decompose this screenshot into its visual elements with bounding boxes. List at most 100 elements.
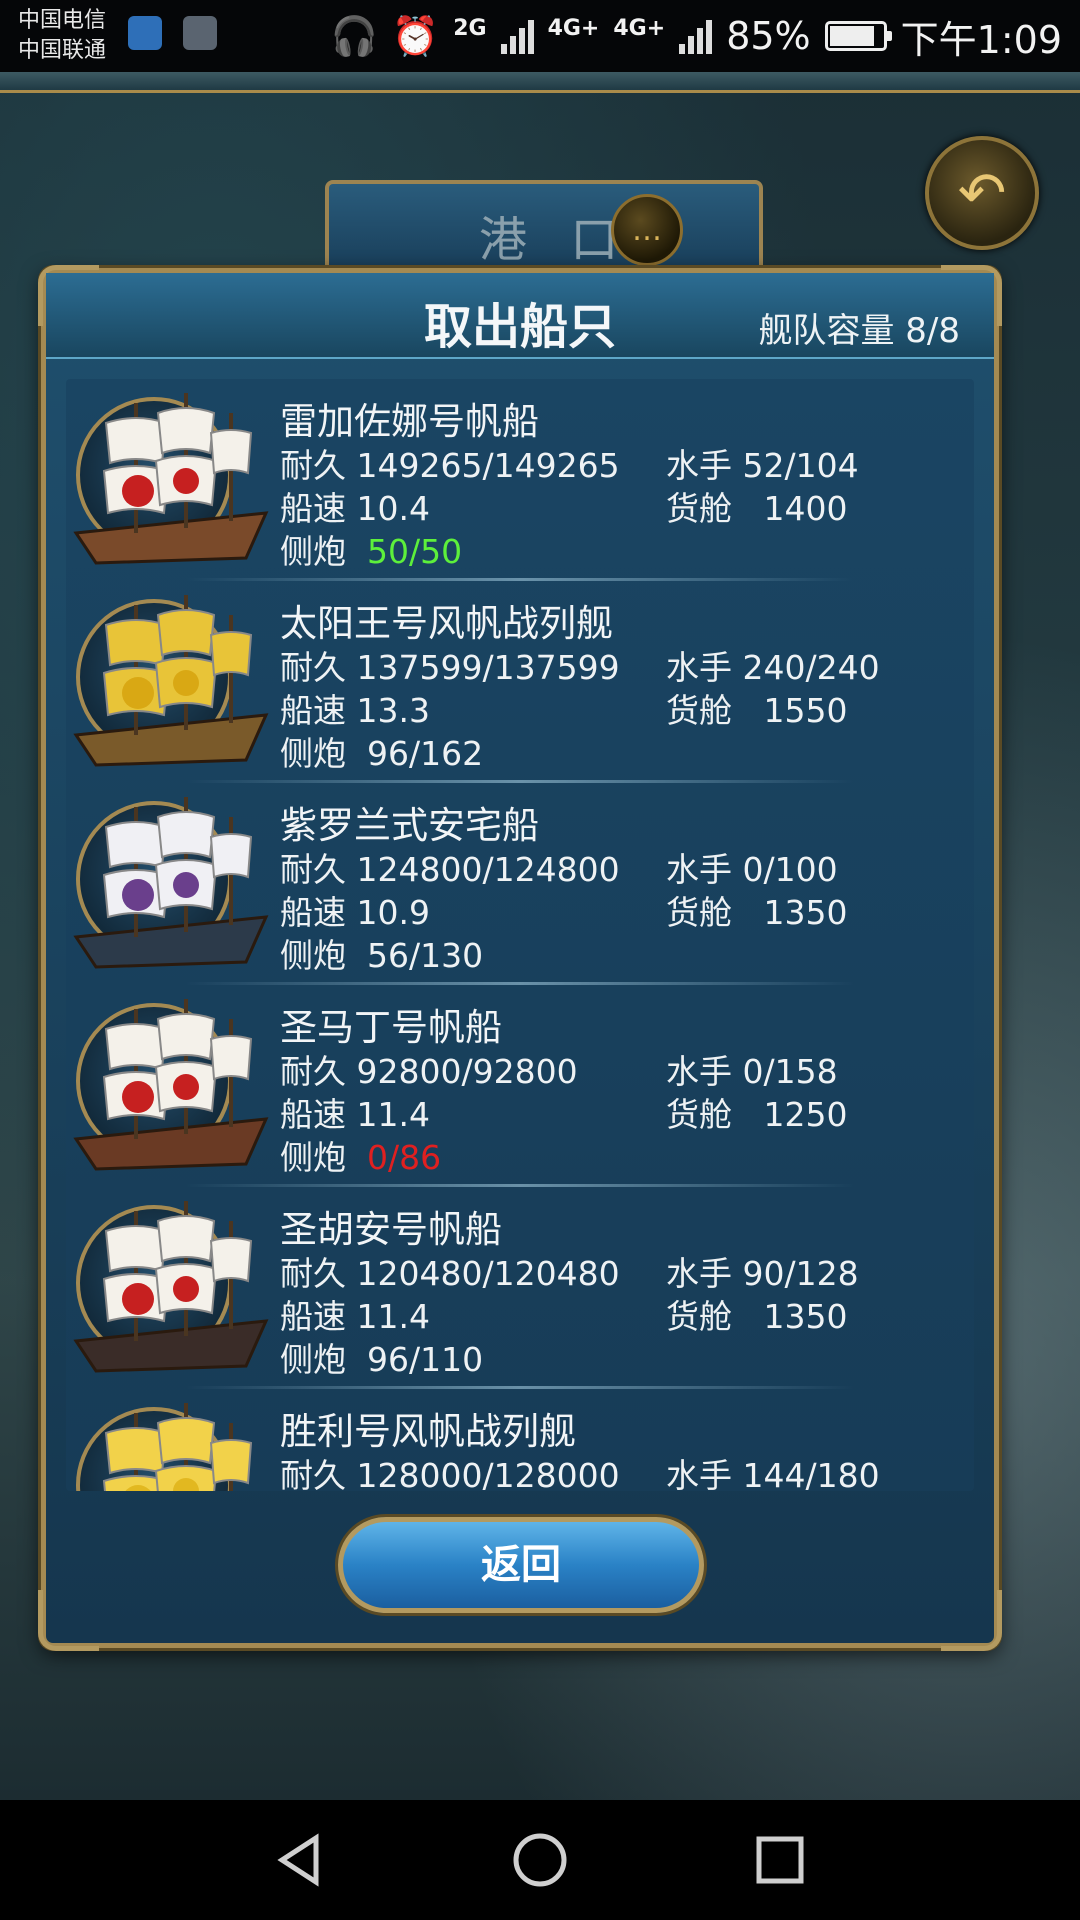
sailors-label: 水手	[666, 1456, 732, 1491]
cannons-value: 56/130	[366, 936, 484, 975]
signal-2g-icon	[500, 18, 534, 54]
cannons-value: 0/86	[366, 1138, 442, 1177]
cargo-label: 货舱	[666, 691, 732, 730]
network-4g-label: 4G+	[547, 15, 600, 41]
ship-row[interactable]: 紫罗兰式安宅船 耐久 124800/124800 水手 0/100 船速 10.…	[66, 783, 974, 985]
fleet-capacity: 舰队容量 8/8	[758, 311, 960, 351]
speed-stat: 船速 13.3	[280, 684, 430, 732]
durability-value: 137599/137599	[356, 648, 620, 687]
cargo-value: 1250	[763, 1095, 848, 1134]
sailors-stat: 水手 52/104	[666, 439, 859, 487]
sailors-value: 0/100	[742, 850, 838, 889]
sailors-stat: 水手 240/240	[666, 641, 880, 689]
cannons-stat: 侧炮 0/86	[280, 1131, 441, 1179]
cargo-value: 1400	[763, 489, 848, 528]
corner-ornament	[941, 1590, 1002, 1651]
cannons-stat: 侧炮 96/162	[280, 727, 483, 775]
corner-ornament	[38, 1590, 99, 1651]
health-app-icon	[128, 16, 162, 50]
speed-stat: 船速 10.9	[280, 886, 430, 934]
alarm-icon: ⏰	[391, 13, 440, 58]
network-4g-b-label: 4G+	[613, 15, 666, 41]
cargo-label: 货舱	[666, 489, 732, 528]
ship-name: 太阳王号风帆战列舰	[280, 602, 613, 645]
chat-bubble-icon[interactable]: …	[611, 194, 683, 266]
ship-name: 紫罗兰式安宅船	[280, 804, 539, 847]
cargo-label: 货舱	[666, 1095, 732, 1134]
ship-icon	[102, 1403, 253, 1491]
cannons-value: 50/50	[366, 532, 463, 571]
durability-value: 128000/128000	[356, 1456, 620, 1491]
cannons-stat: 侧炮 96/110	[280, 1333, 483, 1381]
speed-stat: 船速 11.4	[280, 1290, 430, 1338]
cargo-stat: 货舱 1350	[666, 1290, 847, 1338]
durability-label: 耐久	[280, 1052, 346, 1091]
durability-value: 149265/149265	[356, 446, 620, 485]
sailors-label: 水手	[666, 648, 732, 687]
sailors-label: 水手	[666, 850, 732, 889]
durability-stat: 耐久 149265/149265	[280, 439, 620, 487]
ship-name: 雷加佐娜号帆船	[280, 400, 539, 443]
sailors-label: 水手	[666, 1254, 732, 1293]
durability-value: 124800/124800	[356, 850, 620, 889]
nav-back-icon[interactable]	[270, 1830, 330, 1890]
gallery-app-icon	[183, 16, 217, 50]
top-frame	[0, 72, 1080, 93]
durability-label: 耐久	[280, 850, 346, 889]
cargo-stat: 货舱 1550	[666, 684, 847, 732]
sailors-label: 水手	[666, 1052, 732, 1091]
return-button[interactable]: 返回	[338, 1517, 704, 1613]
nav-home-icon[interactable]	[510, 1830, 570, 1890]
sailors-stat: 水手 144/180	[666, 1449, 880, 1491]
speed-label: 船速	[280, 489, 346, 528]
speed-label: 船速	[280, 1095, 346, 1134]
navigation-bar	[0, 1800, 1080, 1920]
cannons-label: 侧炮	[280, 1340, 346, 1379]
sailors-label: 水手	[666, 446, 732, 485]
ship-row[interactable]: 太阳王号风帆战列舰 耐久 137599/137599 水手 240/240 船速…	[66, 581, 974, 783]
ship-name: 胜利号风帆战列舰	[280, 1410, 576, 1453]
ship-row[interactable]: 雷加佐娜号帆船 耐久 149265/149265 水手 52/104 船速 10…	[66, 379, 974, 581]
battery-icon	[824, 21, 892, 51]
durability-stat: 耐久 124800/124800	[280, 843, 620, 891]
durability-label: 耐久	[280, 1456, 346, 1491]
sailors-stat: 水手 0/158	[666, 1045, 838, 1093]
ship-list[interactable]: 雷加佐娜号帆船 耐久 149265/149265 水手 52/104 船速 10…	[66, 379, 974, 1491]
carrier-names: 中国电信 中国联通	[18, 6, 106, 66]
cargo-stat: 货舱 1250	[666, 1088, 847, 1136]
durability-stat: 耐久 137599/137599	[280, 641, 620, 689]
status-bar: 中国电信 中国联通 🎧 ⏰ 2G 4G+ 4G+ 85% 下午1:09	[0, 0, 1080, 72]
back-arrow-button[interactable]: ↶	[925, 136, 1039, 250]
speed-value: 13.3	[356, 691, 430, 730]
sailors-value: 52/104	[742, 446, 859, 485]
speed-value: 11.4	[356, 1095, 430, 1134]
battery-fill	[829, 26, 874, 46]
network-2g-label: 2G	[453, 15, 487, 41]
ship-name: 圣胡安号帆船	[280, 1208, 502, 1251]
cannons-value: 96/162	[366, 734, 484, 773]
cargo-value: 1350	[763, 1297, 848, 1336]
carrier-1: 中国电信	[18, 8, 107, 33]
sailors-value: 0/158	[742, 1052, 838, 1091]
ship-row[interactable]: 圣马丁号帆船 耐久 92800/92800 水手 0/158 船速 11.4 货…	[66, 985, 974, 1187]
port-title: 港 口	[479, 212, 633, 268]
sailors-stat: 水手 90/128	[666, 1247, 859, 1295]
sailors-stat: 水手 0/100	[666, 843, 838, 891]
cannons-label: 侧炮	[280, 936, 346, 975]
cannons-label: 侧炮	[280, 532, 346, 571]
speed-stat: 船速 10.4	[280, 482, 430, 530]
ship-row[interactable]: 圣胡安号帆船 耐久 120480/120480 水手 90/128 船速 11.…	[66, 1187, 974, 1389]
port-tab: 港 口 …	[325, 180, 763, 282]
durability-value: 92800/92800	[356, 1052, 578, 1091]
speed-value: 10.4	[356, 489, 430, 528]
nav-recent-icon[interactable]	[750, 1830, 810, 1890]
battery-percent: 85%	[726, 14, 811, 58]
ship-icon	[73, 595, 269, 767]
durability-stat: 耐久 128000/128000	[280, 1449, 620, 1491]
back-arrow-icon: ↶	[957, 159, 1007, 227]
ship-icon	[73, 1201, 269, 1373]
dialog-header: 取出船只 舰队容量 8/8	[46, 273, 994, 359]
cargo-value: 1350	[763, 893, 848, 932]
ship-row[interactable]: 胜利号风帆战列舰 耐久 128000/128000 水手 144/180	[66, 1389, 974, 1491]
sailors-value: 144/180	[742, 1456, 880, 1491]
